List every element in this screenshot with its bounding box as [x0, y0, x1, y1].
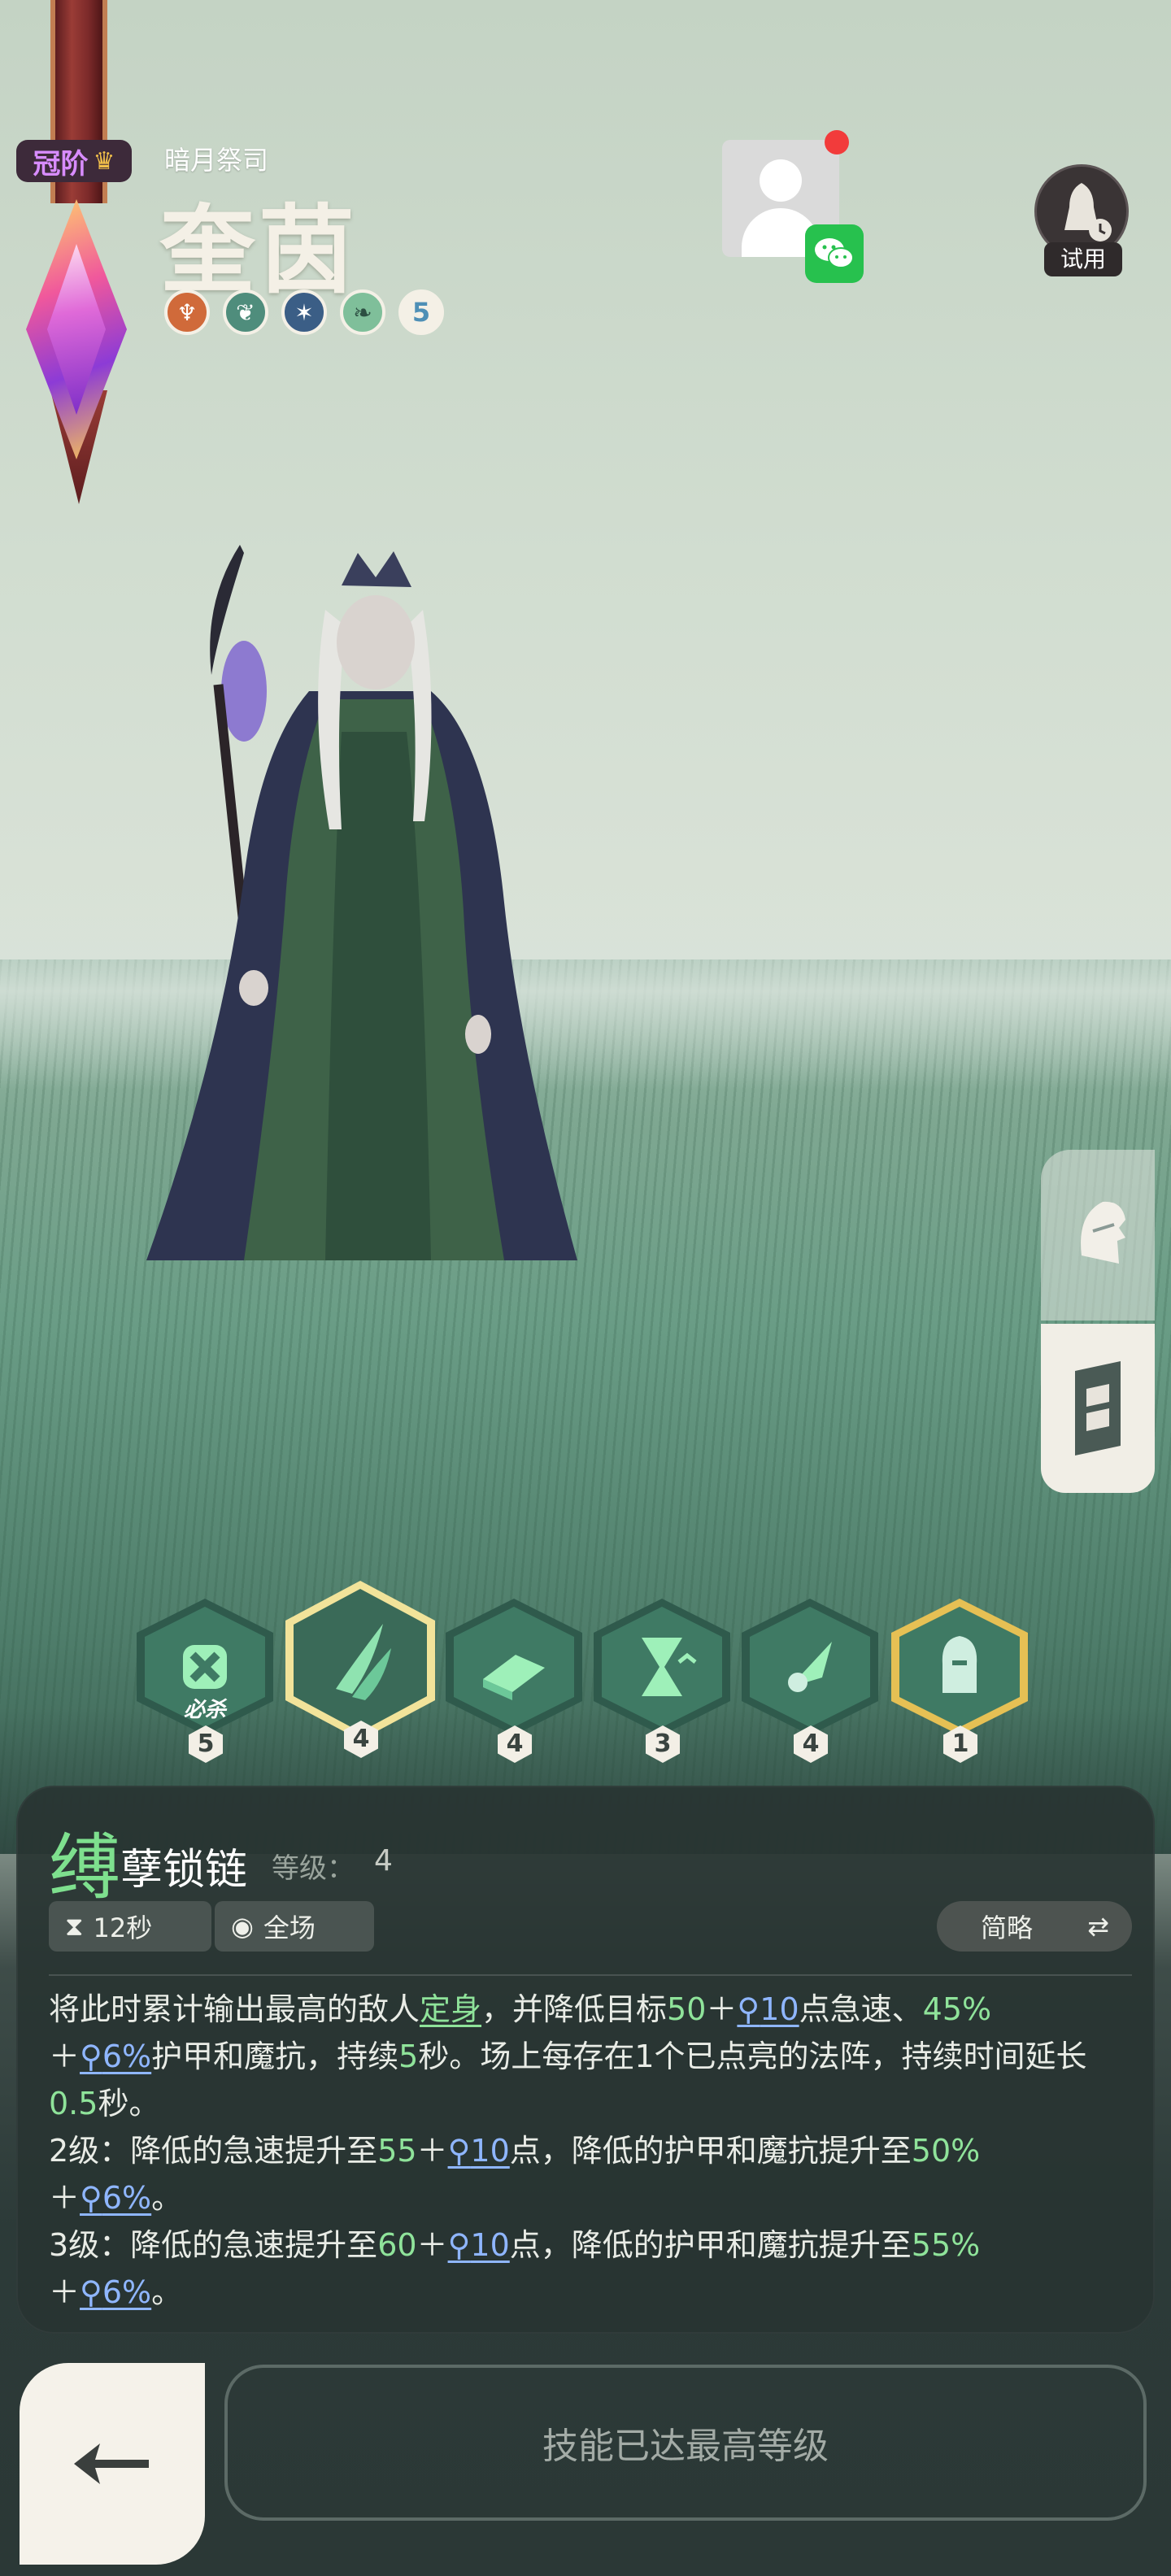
desc-plus: ＋ [706, 1991, 738, 2027]
ap-scaling: ⚲10 [737, 1991, 799, 2027]
brief-toggle-button[interactable]: 简略 ⇄ [937, 1901, 1132, 1952]
leaf-rune-icon[interactable]: ❧ [340, 289, 385, 335]
max-level-label: 技能已达最高等级 [542, 2426, 829, 2467]
ap-scaling: ⚲6% [80, 2274, 152, 2310]
skill-level-label: 等级： [272, 1852, 355, 1885]
desc-plus: ＋ [49, 2039, 81, 2074]
skill-name-rest: 孽锁链 [120, 1846, 248, 1895]
max-level-button: 技能已达最高等级 [224, 2365, 1147, 2521]
hourglass-small-icon: ⧗ [65, 1910, 84, 1942]
ap-value: 6% [102, 2039, 152, 2074]
ap-value: 6% [102, 2180, 152, 2216]
fire-rune-icon[interactable]: ♆ [164, 289, 210, 335]
skill-name-first-char: 缚 [49, 1825, 121, 1909]
appearance-tab[interactable] [1041, 1150, 1155, 1321]
nature-rune-icon[interactable]: ❦ [223, 289, 268, 335]
desc-plus: ＋ [416, 2133, 448, 2169]
rune-count[interactable]: 5 [398, 289, 444, 335]
helmet-icon [1081, 1201, 1125, 1264]
desc-text: ，并降低目标 [481, 1991, 668, 2027]
skill-slot-special[interactable]: 1 [891, 1590, 1028, 1763]
back-button[interactable] [20, 2363, 205, 2565]
hero-figure [146, 545, 577, 1260]
range-value: 全场 [263, 1912, 316, 1943]
ap-scaling: ⚲10 [447, 2133, 510, 2169]
desc-text: 2级：降低的急速提升至 [49, 2133, 378, 2169]
ultimate-tag: 必杀 [183, 1698, 226, 1722]
root-keyword[interactable]: 定身 [420, 1991, 481, 2027]
desc-plus: ＋ [49, 2274, 81, 2310]
lore-tab[interactable] [1041, 1324, 1155, 1493]
skill-slot[interactable]: 必杀 5 [137, 1590, 273, 1763]
ap-scaling: ⚲6% [80, 2039, 152, 2074]
desc-value: 0.5 [49, 2086, 98, 2121]
desc-text: 秒。场上每存在1个已点亮的法阵，持续时间延长 [418, 2039, 1087, 2074]
ap-value: 10 [470, 2227, 510, 2263]
desc-plus: ＋ [49, 2180, 81, 2216]
desc-value: 50 [667, 1991, 707, 2027]
skill-slot-selected[interactable]: 4 [285, 1581, 435, 1758]
skill-slot[interactable]: 4 [446, 1590, 582, 1763]
desc-text: 点，降低的护甲和魔抗提升至 [509, 2227, 912, 2263]
skill-level: 5 [189, 1725, 223, 1763]
frost-rune-icon[interactable]: ✶ [281, 289, 327, 335]
skill-description: 将此时累计输出最高的敌人定身，并降低目标50＋⚲10点急速、45% ＋⚲6%护甲… [49, 1986, 1130, 2316]
skill-level: 4 [794, 1725, 828, 1763]
scroll-shield-icon [1075, 1361, 1121, 1456]
ap-value: 6% [102, 2274, 152, 2310]
ap-scaling: ⚲10 [447, 2227, 510, 2263]
skill-detail-panel: 缚孽锁链 等级： 4 ⧗ 12秒 ◉ 全场 简略 ⇄ 将此时累计输出最高的敌人定… [16, 1786, 1155, 2334]
staff-crystal [221, 641, 267, 742]
desc-plus: ＋ [416, 2227, 448, 2263]
ap-value: 10 [470, 2133, 510, 2169]
ap-scaling: ⚲6% [80, 2180, 152, 2216]
desc-text: 秒。 [98, 2086, 160, 2121]
skill-level: 3 [646, 1725, 680, 1763]
trial-label: 试用 [1044, 242, 1122, 276]
skill-level: 4 [498, 1725, 532, 1763]
skill-name: 缚孽锁链 [49, 1810, 247, 1913]
swap-arrows-icon: ⇄ [1087, 1911, 1109, 1942]
skill-level: 1 [943, 1725, 977, 1763]
eye-icon: ◉ [231, 1911, 254, 1942]
cooldown-chip: ⧗ 12秒 [49, 1901, 211, 1952]
desc-text: 点急速、 [799, 1991, 923, 2027]
back-arrow-icon [74, 2443, 149, 2484]
desc-value: 45% [922, 1991, 992, 2027]
crown-icon: ♛ [93, 146, 115, 176]
divider [49, 1974, 1132, 1976]
skill-slot[interactable]: 4 [742, 1590, 878, 1763]
range-chip: ◉ 全场 [215, 1901, 374, 1952]
rank-label: 冠阶 [33, 147, 89, 181]
cooldown-value: 12秒 [93, 1912, 153, 1943]
desc-text: 。 [151, 2180, 183, 2216]
skill-slot[interactable]: 3 [594, 1590, 730, 1763]
ap-value: 10 [760, 1991, 799, 2027]
desc-text: 将此时累计输出最高的敌人 [49, 1991, 420, 2027]
desc-text: 点，降低的护甲和魔抗提升至 [509, 2133, 912, 2169]
skill-list: 必杀 5 4 4 3 4 1 [137, 1581, 1039, 1769]
skill-level-value: 4 [374, 1844, 393, 1878]
desc-text: 3级：降低的急速提升至 [49, 2227, 378, 2263]
avatar-head [760, 159, 802, 202]
wechat-icon [805, 224, 864, 283]
rank-tag[interactable]: 冠阶 ♛ [16, 140, 132, 182]
desc-text: 。 [151, 2274, 183, 2310]
desc-text: 护甲和魔抗，持续 [151, 2039, 399, 2074]
trial-button[interactable]: 试用 [1034, 164, 1130, 278]
desc-value: 5 [398, 2039, 419, 2074]
desc-value: 60 [377, 2227, 417, 2263]
desc-value: 55% [911, 2227, 981, 2263]
desc-value: 50% [911, 2133, 981, 2169]
notification-dot [825, 130, 849, 154]
desc-value: 55 [377, 2133, 417, 2169]
brief-label: 简略 [981, 1912, 1034, 1943]
rune-icons[interactable]: ♆ ❦ ✶ ❧ 5 [164, 289, 444, 335]
